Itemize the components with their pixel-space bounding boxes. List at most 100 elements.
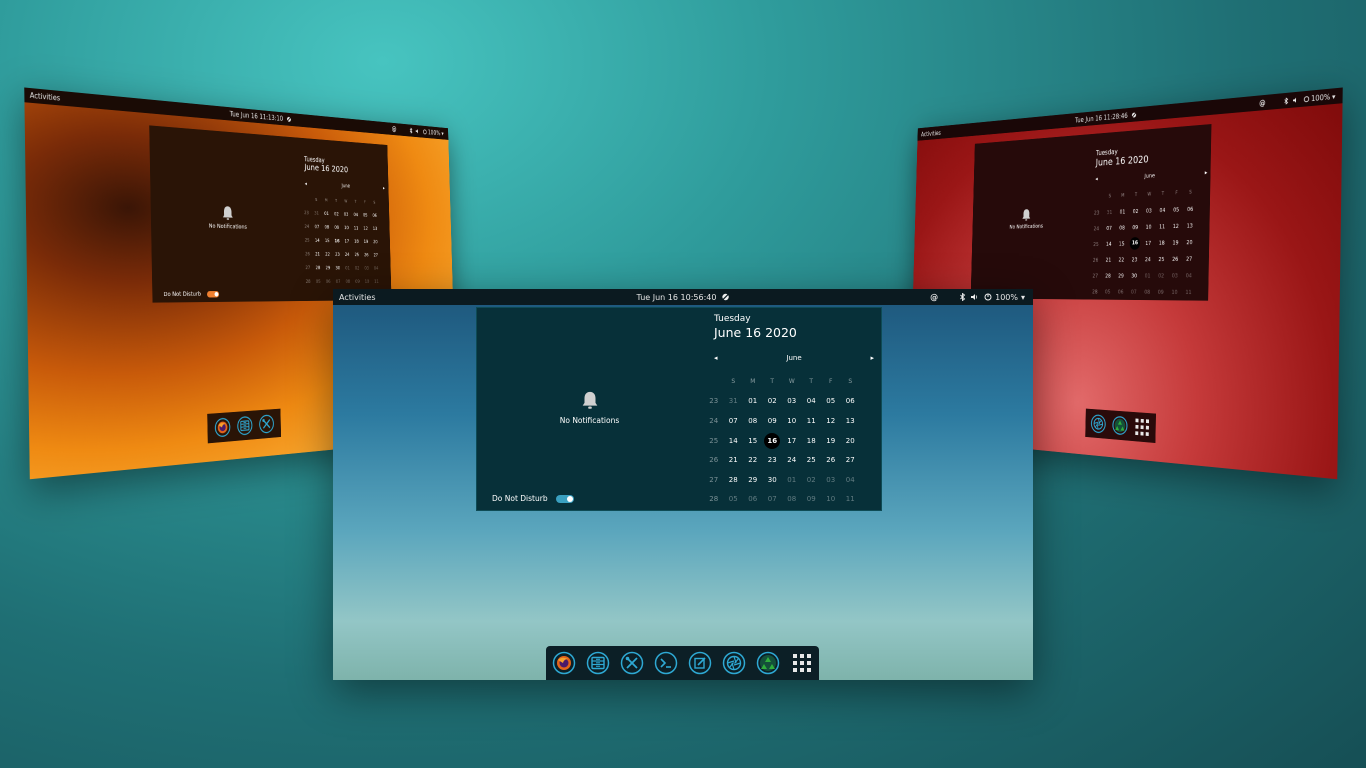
calendar-day[interactable]: 08 <box>1144 289 1150 295</box>
calendar-day[interactable]: 10 <box>787 417 796 425</box>
calendar-day[interactable]: 05 <box>1173 206 1179 213</box>
calendar-day[interactable]: 11 <box>1159 223 1165 230</box>
dock-item-tools[interactable] <box>258 413 276 436</box>
at-icon[interactable]: @ <box>1259 98 1265 107</box>
dock-item-aperture[interactable] <box>721 650 747 676</box>
at-icon[interactable]: @ <box>392 125 397 133</box>
activities-button[interactable]: Activities <box>339 293 376 302</box>
calendar-day[interactable]: 02 <box>355 266 360 271</box>
calendar-day[interactable]: 06 <box>748 495 757 503</box>
calendar-day[interactable]: 25 <box>1158 256 1164 262</box>
calendar-day[interactable]: 04 <box>374 266 379 271</box>
calendar-day[interactable]: 08 <box>1119 225 1125 231</box>
calendar-day[interactable]: 29 <box>748 476 757 484</box>
calendar-day[interactable]: 01 <box>324 211 329 216</box>
calendar-day[interactable]: 21 <box>1106 257 1112 263</box>
system-tray[interactable]: @ 100% ▾ <box>930 293 1025 302</box>
calendar-day[interactable]: 14 <box>315 238 320 243</box>
dock-item-app-grid[interactable] <box>1133 416 1151 439</box>
calendar-day[interactable]: 29 <box>326 266 331 271</box>
calendar-day[interactable]: 09 <box>768 417 777 425</box>
calendar-day[interactable]: 02 <box>768 397 777 405</box>
calendar-day[interactable]: 22 <box>1119 257 1125 263</box>
calendar-day[interactable]: 13 <box>846 417 855 425</box>
calendar-day[interactable]: 07 <box>315 225 320 230</box>
calendar-day[interactable]: 01 <box>1145 272 1151 278</box>
calendar-day[interactable]: 22 <box>748 456 757 464</box>
next-month-button[interactable]: ▸ <box>1205 169 1208 177</box>
calendar-day[interactable]: 25 <box>807 456 816 464</box>
calendar-day[interactable]: 14 <box>729 437 738 445</box>
calendar-day[interactable]: 10 <box>826 495 835 503</box>
calendar-day[interactable]: 01 <box>345 266 350 271</box>
calendar-day[interactable]: 10 <box>1146 224 1152 230</box>
calendar-day[interactable]: 09 <box>355 279 360 284</box>
calendar-day[interactable]: 10 <box>365 280 370 285</box>
calendar-day[interactable]: 26 <box>826 456 835 464</box>
calendar-day[interactable]: 02 <box>1133 208 1139 214</box>
calendar-day[interactable]: 12 <box>363 226 368 231</box>
calendar-day[interactable]: 27 <box>846 456 855 464</box>
calendar-day[interactable]: 17 <box>345 239 350 244</box>
calendar-day[interactable]: 24 <box>787 456 796 464</box>
calendar-day[interactable]: 01 <box>787 476 796 484</box>
calendar-day[interactable]: 05 <box>363 213 368 218</box>
calendar-day[interactable]: 18 <box>354 239 359 244</box>
calendar-day[interactable]: 06 <box>1118 289 1124 295</box>
calendar-day[interactable]: 02 <box>334 212 339 217</box>
do-not-disturb-toggle[interactable] <box>207 290 220 298</box>
calendar-day[interactable]: 01 <box>1120 209 1126 215</box>
calendar-day[interactable]: 18 <box>807 437 816 445</box>
calendar-day[interactable]: 06 <box>326 279 331 284</box>
calendar-day[interactable]: 03 <box>1172 272 1178 278</box>
calendar-day[interactable]: 04 <box>807 397 816 405</box>
clock-button[interactable]: Tue Jun 16 10:56:40 <box>637 293 730 302</box>
calendar-day[interactable]: 09 <box>1132 224 1138 230</box>
calendar-day[interactable]: 03 <box>1146 207 1152 214</box>
system-tray[interactable]: @ 100% ▾ <box>1259 92 1335 108</box>
calendar-day[interactable]: 23 <box>1132 256 1138 262</box>
calendar-day[interactable]: 13 <box>373 227 378 232</box>
dock-item-app-grid[interactable] <box>789 650 815 676</box>
calendar-day[interactable]: 21 <box>729 456 738 464</box>
dock-item-firefox[interactable] <box>213 416 231 439</box>
calendar-day[interactable]: 12 <box>826 417 835 425</box>
activities-button[interactable]: Activities <box>30 91 61 103</box>
system-tray[interactable]: @ 100% ▾ <box>392 125 444 137</box>
calendar-day[interactable]: 06 <box>1187 206 1193 213</box>
dock-item-recycle[interactable] <box>755 650 781 676</box>
dock-item-recycle[interactable] <box>1111 414 1129 437</box>
calendar-day[interactable]: 30 <box>768 476 777 484</box>
calendar-day[interactable]: 20 <box>373 240 378 245</box>
calendar-day[interactable]: 12 <box>1173 223 1179 230</box>
calendar-day[interactable]: 01 <box>748 397 757 405</box>
calendar-day[interactable]: 15 <box>748 437 757 445</box>
calendar-day[interactable]: 31 <box>1107 209 1113 215</box>
calendar-day[interactable]: 20 <box>1186 239 1192 246</box>
calendar-day[interactable]: 24 <box>345 253 350 258</box>
calendar-day[interactable]: 04 <box>846 476 855 484</box>
calendar-day[interactable]: 22 <box>325 252 330 257</box>
calendar-day[interactable]: 10 <box>344 226 349 231</box>
calendar-day[interactable]: 11 <box>374 280 379 285</box>
calendar-day-today[interactable]: 16 <box>1129 237 1141 250</box>
calendar-day[interactable]: 26 <box>364 253 369 258</box>
calendar-day[interactable]: 03 <box>364 266 369 271</box>
calendar-day[interactable]: 07 <box>336 279 341 284</box>
prev-month-button[interactable]: ◂ <box>305 181 307 187</box>
prev-month-button[interactable]: ◂ <box>714 354 718 362</box>
calendar-day[interactable]: 26 <box>1172 256 1178 262</box>
calendar-day[interactable]: 30 <box>1131 273 1137 279</box>
calendar-day[interactable]: 05 <box>1105 289 1111 295</box>
calendar-day[interactable]: 23 <box>335 252 340 257</box>
calendar-day[interactable]: 15 <box>1119 241 1125 247</box>
calendar-day[interactable]: 19 <box>826 437 835 445</box>
calendar-day[interactable]: 07 <box>1131 289 1137 295</box>
calendar-day[interactable]: 13 <box>1187 222 1193 229</box>
at-icon[interactable]: @ <box>930 293 938 302</box>
calendar-day[interactable]: 08 <box>346 279 351 284</box>
calendar-day[interactable]: 07 <box>1106 225 1112 231</box>
dock-item-terminal[interactable] <box>653 650 679 676</box>
clock-button[interactable]: Tue Jun 16 11:28:46 <box>1075 110 1137 124</box>
calendar-day[interactable]: 29 <box>1118 273 1124 279</box>
